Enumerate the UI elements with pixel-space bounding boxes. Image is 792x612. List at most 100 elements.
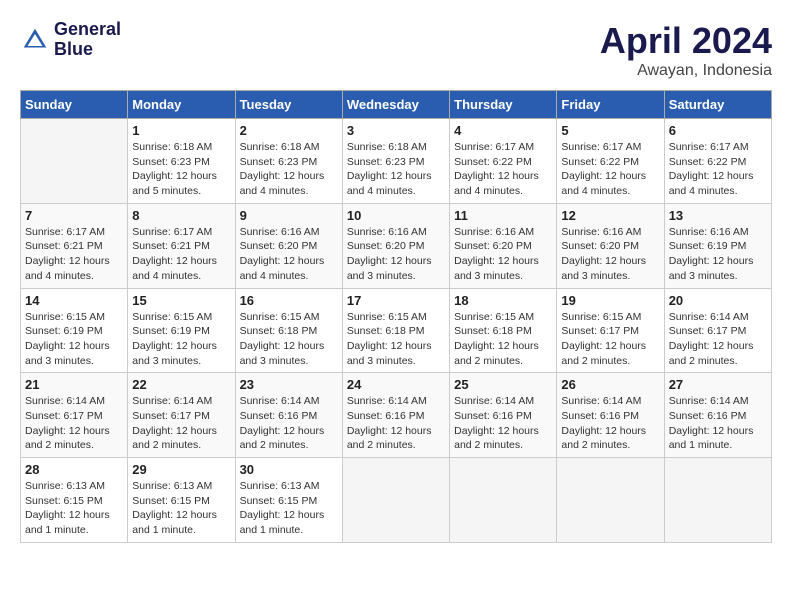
calendar-cell: 1 Sunrise: 6:18 AM Sunset: 6:23 PM Daylig… [128,119,235,204]
day-number: 4 [454,123,552,138]
calendar-cell: 10 Sunrise: 6:16 AM Sunset: 6:20 PM Dayli… [342,203,449,288]
calendar-cell [450,458,557,543]
calendar-cell: 8 Sunrise: 6:17 AM Sunset: 6:21 PM Daylig… [128,203,235,288]
day-info: Sunrise: 6:15 AM Sunset: 6:18 PM Dayligh… [240,310,338,369]
calendar-header-friday: Friday [557,91,664,119]
calendar-cell: 27 Sunrise: 6:14 AM Sunset: 6:16 PM Dayli… [664,373,771,458]
day-number: 20 [669,293,767,308]
calendar-cell: 16 Sunrise: 6:15 AM Sunset: 6:18 PM Dayli… [235,288,342,373]
day-info: Sunrise: 6:14 AM Sunset: 6:16 PM Dayligh… [454,394,552,453]
day-info: Sunrise: 6:14 AM Sunset: 6:17 PM Dayligh… [25,394,123,453]
day-number: 26 [561,377,659,392]
day-info: Sunrise: 6:14 AM Sunset: 6:16 PM Dayligh… [347,394,445,453]
day-number: 13 [669,208,767,223]
day-number: 29 [132,462,230,477]
day-info: Sunrise: 6:14 AM Sunset: 6:16 PM Dayligh… [669,394,767,453]
calendar-header-wednesday: Wednesday [342,91,449,119]
day-number: 14 [25,293,123,308]
calendar-cell: 12 Sunrise: 6:16 AM Sunset: 6:20 PM Dayli… [557,203,664,288]
calendar-cell: 28Sunrise: 6:13 AM Sunset: 6:15 PM Dayli… [21,458,128,543]
day-info: Sunrise: 6:15 AM Sunset: 6:18 PM Dayligh… [347,310,445,369]
calendar-cell: 23 Sunrise: 6:14 AM Sunset: 6:16 PM Dayli… [235,373,342,458]
day-number: 27 [669,377,767,392]
day-number: 7 [25,208,123,223]
day-info: Sunrise: 6:17 AM Sunset: 6:21 PM Dayligh… [25,225,123,284]
day-number: 8 [132,208,230,223]
day-number: 3 [347,123,445,138]
calendar-cell: 3 Sunrise: 6:18 AM Sunset: 6:23 PM Daylig… [342,119,449,204]
day-number: 1 [132,123,230,138]
calendar-header-thursday: Thursday [450,91,557,119]
calendar-header-row: SundayMondayTuesdayWednesdayThursdayFrid… [21,91,772,119]
day-info: Sunrise: 6:17 AM Sunset: 6:22 PM Dayligh… [669,140,767,199]
calendar-cell [342,458,449,543]
calendar-cell: 29 Sunrise: 6:13 AM Sunset: 6:15 PM Dayli… [128,458,235,543]
calendar-cell: 24 Sunrise: 6:14 AM Sunset: 6:16 PM Dayli… [342,373,449,458]
day-info: Sunrise: 6:16 AM Sunset: 6:20 PM Dayligh… [347,225,445,284]
day-info: Sunrise: 6:18 AM Sunset: 6:23 PM Dayligh… [240,140,338,199]
day-info: Sunrise: 6:15 AM Sunset: 6:19 PM Dayligh… [25,310,123,369]
calendar-cell: 2 Sunrise: 6:18 AM Sunset: 6:23 PM Daylig… [235,119,342,204]
calendar-week-row: 28 Sunrise: 6:13 AM Sunset: 6:15 PM Dayli… [21,458,772,543]
day-info: Sunrise: 6:14 AM Sunset: 6:16 PM Dayligh… [240,394,338,453]
calendar-cell: 19Sunrise: 6:15 AM Sunset: 6:17 PM Dayli… [557,288,664,373]
calendar-week-row: 21Sunrise: 6:14 AM Sunset: 6:17 PM Dayli… [21,373,772,458]
day-number: 2 [240,123,338,138]
page-header: General Blue April 2024 Awayan, Indonesi… [20,20,772,80]
day-number: 23 [240,377,338,392]
day-info: Sunrise: 6:15 AM Sunset: 6:19 PM Dayligh… [132,310,230,369]
calendar-cell: 9Sunrise: 6:16 AM Sunset: 6:20 PM Daylig… [235,203,342,288]
day-number: 24 [347,377,445,392]
day-number: 10 [347,208,445,223]
calendar-cell: 22 Sunrise: 6:14 AM Sunset: 6:17 PM Dayli… [128,373,235,458]
calendar-cell: 6Sunrise: 6:17 AM Sunset: 6:22 PM Daylig… [664,119,771,204]
calendar-cell: 11 Sunrise: 6:16 AM Sunset: 6:20 PM Dayli… [450,203,557,288]
day-info: Sunrise: 6:14 AM Sunset: 6:17 PM Dayligh… [132,394,230,453]
calendar-cell: 5 Sunrise: 6:17 AM Sunset: 6:22 PM Daylig… [557,119,664,204]
location: Awayan, Indonesia [600,62,772,80]
calendar-cell: 18 Sunrise: 6:15 AM Sunset: 6:18 PM Dayli… [450,288,557,373]
day-info: Sunrise: 6:17 AM Sunset: 6:21 PM Dayligh… [132,225,230,284]
calendar-cell: 13 Sunrise: 6:16 AM Sunset: 6:19 PM Dayli… [664,203,771,288]
day-number: 25 [454,377,552,392]
day-number: 18 [454,293,552,308]
logo-icon [20,25,50,55]
calendar-cell [557,458,664,543]
calendar-cell [664,458,771,543]
calendar-cell: 30Sunrise: 6:13 AM Sunset: 6:15 PM Dayli… [235,458,342,543]
day-info: Sunrise: 6:13 AM Sunset: 6:15 PM Dayligh… [132,479,230,538]
day-info: Sunrise: 6:17 AM Sunset: 6:22 PM Dayligh… [454,140,552,199]
calendar-body: 1 Sunrise: 6:18 AM Sunset: 6:23 PM Daylig… [21,119,772,543]
day-info: Sunrise: 6:16 AM Sunset: 6:20 PM Dayligh… [561,225,659,284]
calendar-cell: 14 Sunrise: 6:15 AM Sunset: 6:19 PM Dayli… [21,288,128,373]
calendar-cell: 20 Sunrise: 6:14 AM Sunset: 6:17 PM Dayli… [664,288,771,373]
calendar-cell: 4 Sunrise: 6:17 AM Sunset: 6:22 PM Daylig… [450,119,557,204]
day-number: 5 [561,123,659,138]
day-number: 22 [132,377,230,392]
calendar-cell: 7 Sunrise: 6:17 AM Sunset: 6:21 PM Daylig… [21,203,128,288]
calendar-cell: 26 Sunrise: 6:14 AM Sunset: 6:16 PM Dayli… [557,373,664,458]
day-number: 11 [454,208,552,223]
day-info: Sunrise: 6:15 AM Sunset: 6:18 PM Dayligh… [454,310,552,369]
title-block: April 2024 Awayan, Indonesia [600,20,772,80]
day-info: Sunrise: 6:14 AM Sunset: 6:17 PM Dayligh… [669,310,767,369]
day-info: Sunrise: 6:15 AM Sunset: 6:17 PM Dayligh… [561,310,659,369]
calendar-cell: 17Sunrise: 6:15 AM Sunset: 6:18 PM Dayli… [342,288,449,373]
day-info: Sunrise: 6:18 AM Sunset: 6:23 PM Dayligh… [347,140,445,199]
logo: General Blue [20,20,121,60]
day-info: Sunrise: 6:16 AM Sunset: 6:20 PM Dayligh… [454,225,552,284]
day-info: Sunrise: 6:14 AM Sunset: 6:16 PM Dayligh… [561,394,659,453]
day-info: Sunrise: 6:13 AM Sunset: 6:15 PM Dayligh… [240,479,338,538]
calendar-header-saturday: Saturday [664,91,771,119]
day-number: 28 [25,462,123,477]
day-info: Sunrise: 6:16 AM Sunset: 6:20 PM Dayligh… [240,225,338,284]
day-info: Sunrise: 6:16 AM Sunset: 6:19 PM Dayligh… [669,225,767,284]
day-info: Sunrise: 6:18 AM Sunset: 6:23 PM Dayligh… [132,140,230,199]
calendar-table: SundayMondayTuesdayWednesdayThursdayFrid… [20,90,772,543]
day-number: 16 [240,293,338,308]
calendar-week-row: 1 Sunrise: 6:18 AM Sunset: 6:23 PM Daylig… [21,119,772,204]
month-title: April 2024 [600,20,772,62]
day-number: 12 [561,208,659,223]
day-info: Sunrise: 6:17 AM Sunset: 6:22 PM Dayligh… [561,140,659,199]
calendar-cell: 21Sunrise: 6:14 AM Sunset: 6:17 PM Dayli… [21,373,128,458]
